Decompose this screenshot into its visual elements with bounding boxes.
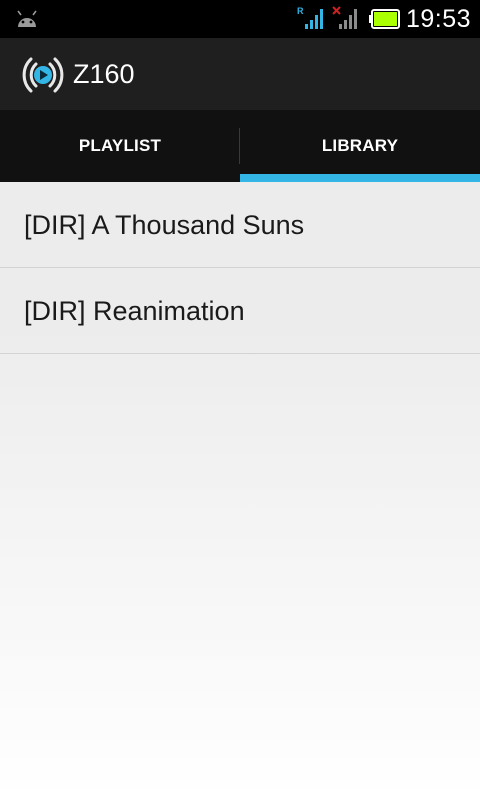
screen: R 19:53 Z160 PLAYLIST LIBRARY [DIR] A Th… — [0, 0, 480, 800]
android-icon — [17, 10, 37, 27]
tab-playlist-label: PLAYLIST — [78, 136, 162, 155]
list-item-label: [DIR] A Thousand Suns — [24, 210, 305, 240]
list-item[interactable]: [DIR] Reanimation — [0, 268, 480, 354]
tab-library[interactable]: LIBRARY — [240, 110, 480, 182]
signal-no-data-icon — [332, 6, 357, 29]
tab-bar: PLAYLIST LIBRARY — [0, 110, 480, 182]
list-item-label: [DIR] Reanimation — [24, 296, 245, 326]
speaker-play-icon[interactable] — [22, 55, 64, 95]
signal-roaming-icon: R — [297, 6, 323, 29]
list-item[interactable]: [DIR] A Thousand Suns — [0, 182, 480, 268]
status-time: 19:53 — [405, 5, 471, 33]
tab-playlist[interactable]: PLAYLIST — [0, 110, 240, 182]
tab-library-label: LIBRARY — [321, 136, 399, 155]
selected-tab-indicator — [240, 174, 480, 182]
library-list: [DIR] A Thousand Suns [DIR] Reanimation — [0, 182, 480, 354]
status-bar: R 19:53 — [0, 0, 480, 38]
app-title: Z160 — [73, 59, 135, 89]
action-bar: Z160 — [0, 38, 480, 110]
battery-icon — [369, 9, 400, 29]
roaming-indicator: R — [297, 6, 304, 16]
